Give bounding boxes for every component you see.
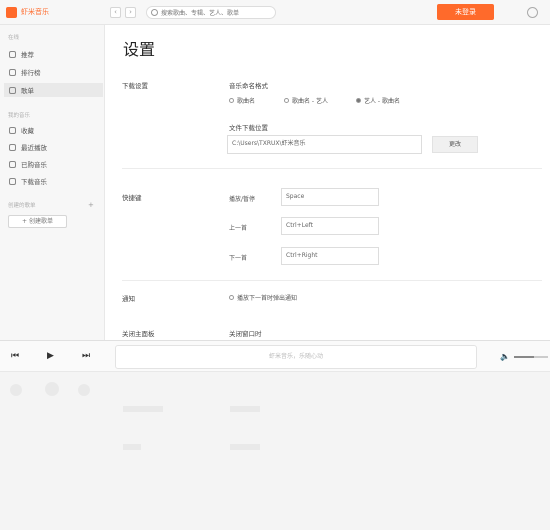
search-input[interactable] xyxy=(161,8,271,18)
create-playlist-button[interactable]: + 创建歌单 xyxy=(8,215,67,228)
search-icon xyxy=(151,9,158,16)
sidebar-item-label: 歌单 xyxy=(21,87,34,95)
download-dir-label: 文件下载位置 xyxy=(229,124,268,132)
checkbox-icon xyxy=(229,295,234,300)
cart-icon xyxy=(9,160,16,168)
close-option: 关闭窗口时 xyxy=(229,330,262,338)
sidebar-item-label: 排行榜 xyxy=(21,69,41,77)
notify-option[interactable]: 播放下一首时弹出通知 xyxy=(229,293,297,302)
sidebar-item-purchased[interactable]: 已购音乐 xyxy=(4,157,103,171)
shortcut-field-play[interactable]: Space xyxy=(281,188,379,206)
page-title: 设置 xyxy=(123,40,156,59)
shortcut-name: 下一首 xyxy=(229,255,248,262)
ghost-shape xyxy=(10,384,22,396)
settings-panel: 设置 下载设置 音乐命名格式 歌曲名 歌曲名 - 艺人 艺人 - 歌曲名 文件下… xyxy=(106,25,550,340)
sidebar-item-label: 收藏 xyxy=(21,127,34,135)
search-box[interactable] xyxy=(146,6,276,19)
volume-icon[interactable]: 🔈 xyxy=(500,352,510,361)
logo-icon xyxy=(6,6,17,18)
ghost-shape xyxy=(230,444,260,450)
gear-icon[interactable] xyxy=(527,7,538,18)
radio-icon xyxy=(229,98,234,103)
ghost-shape xyxy=(45,382,59,396)
change-dir-button[interactable]: 更改 xyxy=(432,136,478,153)
volume-slider[interactable] xyxy=(514,356,548,358)
sidebar-section-online: 在线 xyxy=(8,35,20,41)
sidebar-item-charts[interactable]: 排行榜 xyxy=(4,65,103,79)
player-bar: ⏮ ▶ ⏭ 虾米音乐，乐随心动 🔈 xyxy=(0,340,550,372)
sidebar-section-mine: 我的音乐 xyxy=(8,113,31,119)
music-icon xyxy=(9,50,16,58)
forward-button[interactable]: › xyxy=(125,7,136,18)
clock-icon xyxy=(9,143,16,151)
playlist-icon xyxy=(9,86,16,94)
divider xyxy=(122,168,542,169)
radio-icon xyxy=(284,98,289,103)
ghost-shape xyxy=(123,406,163,412)
naming-option-3[interactable]: 艺人 - 歌曲名 xyxy=(356,96,400,105)
sidebar-item-recent[interactable]: 最近播放 xyxy=(4,140,103,154)
sidebar-section-created: 创建的歌单 xyxy=(8,203,36,209)
naming-option-2[interactable]: 歌曲名 - 艺人 xyxy=(284,96,328,105)
shortcut-field-prev[interactable]: Ctrl+Left xyxy=(281,217,379,235)
naming-format-label: 音乐命名格式 xyxy=(229,82,268,90)
now-playing-area[interactable]: 虾米音乐，乐随心动 xyxy=(115,345,477,369)
chart-icon xyxy=(9,68,16,76)
radio-selected-icon xyxy=(356,98,361,103)
next-icon[interactable]: ⏭ xyxy=(82,351,90,361)
shortcut-name: 上一首 xyxy=(229,225,248,232)
ghost-shape xyxy=(123,444,141,450)
sidebar-item-label: 推荐 xyxy=(21,51,34,59)
sidebar-item-favorites[interactable]: 收藏 xyxy=(4,123,103,137)
download-dir-field[interactable]: C:\Users\TXRUX\虾米音乐 xyxy=(227,135,422,154)
sidebar-item-downloads[interactable]: 下载音乐 xyxy=(4,174,103,188)
play-icon[interactable]: ▶ xyxy=(47,351,54,361)
top-bar: 虾米音乐 ‹ › 未登录 xyxy=(0,0,550,25)
app-logo[interactable]: 虾米音乐 xyxy=(6,6,49,18)
previous-icon[interactable]: ⏮ xyxy=(11,351,19,361)
ghost-shape xyxy=(78,384,90,396)
sidebar-item-label: 已购音乐 xyxy=(21,161,47,169)
back-button[interactable]: ‹ xyxy=(110,7,121,18)
close-panel-label: 关闭主面板 xyxy=(122,330,155,338)
shortcut-field-next[interactable]: Ctrl+Right xyxy=(281,247,379,265)
background-blur xyxy=(0,372,550,530)
sidebar-item-label: 下载音乐 xyxy=(21,178,47,186)
shortcuts-label: 快捷键 xyxy=(122,194,142,202)
heart-icon xyxy=(9,126,16,134)
main-window: 虾米音乐 ‹ › 未登录 在线 推荐 排行榜 歌单 我的音乐 收藏 xyxy=(0,0,550,340)
sidebar-item-label: 最近播放 xyxy=(21,144,47,152)
sidebar-item-recommend[interactable]: 推荐 xyxy=(4,47,103,61)
login-button[interactable]: 未登录 xyxy=(437,4,494,20)
download-settings-label: 下载设置 xyxy=(122,82,148,90)
add-playlist-button[interactable]: + xyxy=(88,201,94,209)
shortcut-name: 播放/暂停 xyxy=(229,196,256,203)
app-name: 虾米音乐 xyxy=(21,8,49,16)
ghost-shape xyxy=(230,406,260,412)
sidebar: 在线 推荐 排行榜 歌单 我的音乐 收藏 最近播放 已购音乐 下载音乐 创建的歌… xyxy=(0,25,105,340)
divider xyxy=(122,280,542,281)
download-icon xyxy=(9,177,16,185)
notify-label: 通知 xyxy=(122,295,135,303)
naming-option-1[interactable]: 歌曲名 xyxy=(229,96,255,105)
volume-fill xyxy=(514,356,535,358)
sidebar-item-playlists[interactable]: 歌单 xyxy=(4,83,103,97)
